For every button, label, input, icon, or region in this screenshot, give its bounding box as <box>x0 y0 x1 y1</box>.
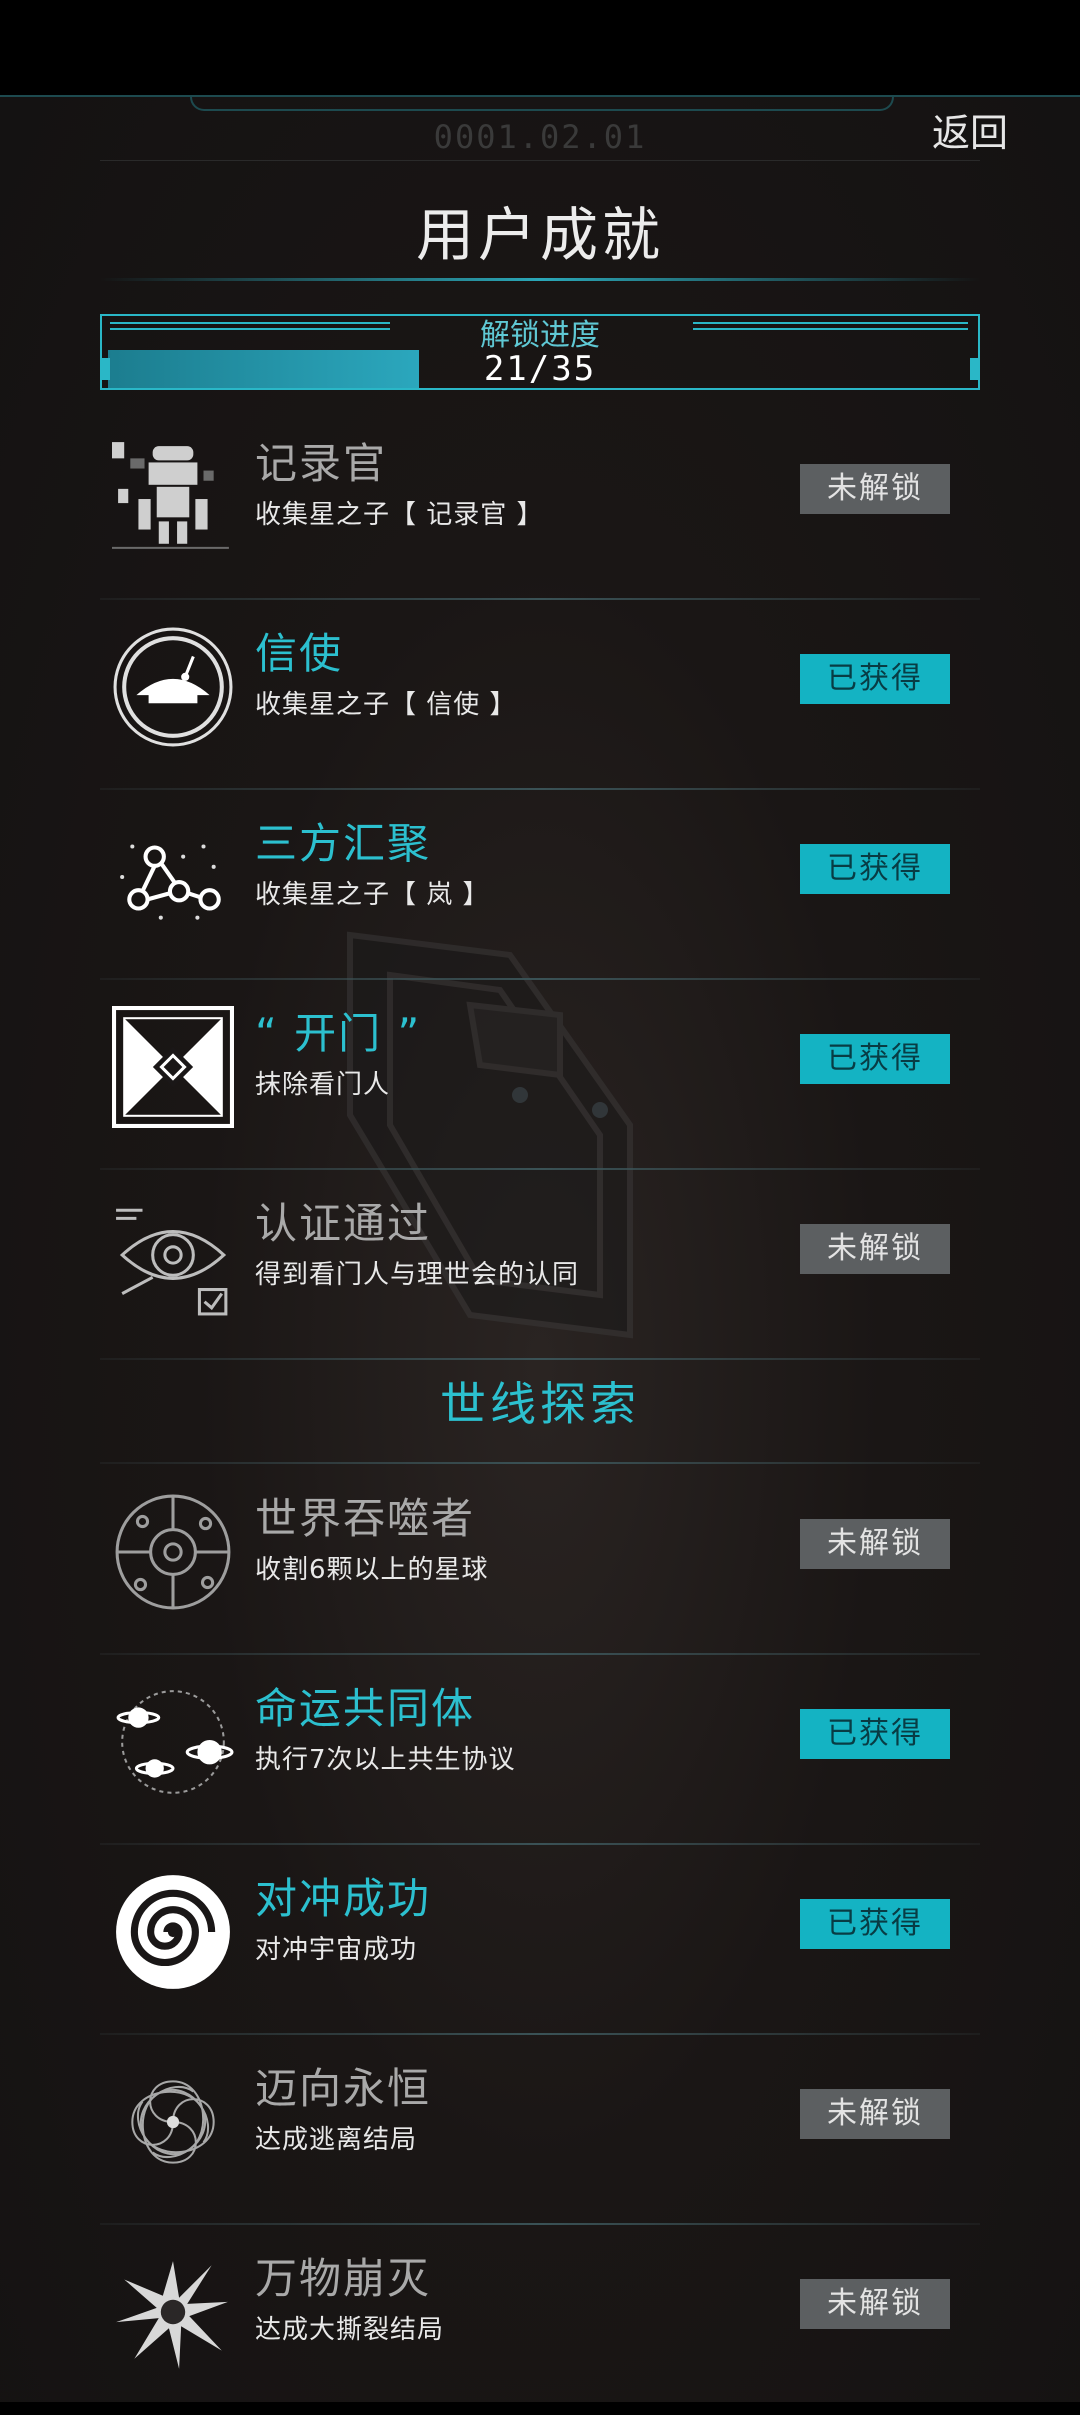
achievement-name: 信使 <box>255 629 344 678</box>
achievement-row: 世界吞噬者 收割6颗以上的星球 未解锁 <box>100 1465 980 1655</box>
vortex-icon <box>131 2080 215 2164</box>
achievement-desc: 达成大撕裂结局 <box>255 2315 445 2345</box>
back-button[interactable]: 返回 <box>925 110 1015 156</box>
status-locked-button[interactable]: 未解锁 <box>800 1519 950 1569</box>
achievement-row: 万物崩灭 达成大撕裂结局 未解锁 <box>100 2225 980 2415</box>
achievement-desc: 对冲宇宙成功 <box>255 1935 418 1965</box>
planet-network-icon <box>115 1494 231 1610</box>
progress-text: 21/35 <box>483 349 597 389</box>
achievement-name: 认证通过 <box>255 1199 432 1248</box>
achievement-desc: 收集星之子【 信使 】 <box>255 690 517 720</box>
row-divider <box>100 1358 980 1360</box>
achievement-desc: 收割6颗以上的星球 <box>255 1555 489 1585</box>
robot-icon <box>112 442 229 549</box>
status-obtained-button[interactable]: 已获得 <box>800 844 950 894</box>
status-locked-button[interactable]: 未解锁 <box>800 464 950 514</box>
section-title: 世线探索 <box>440 1377 640 1431</box>
achievement-row: 记录官 收集星之子【 记录官 】 未解锁 <box>100 410 980 600</box>
progress-cap-left <box>100 358 110 380</box>
achievement-desc: 收集星之子【 岚 】 <box>255 880 490 910</box>
status-locked-button[interactable]: 未解锁 <box>800 2279 950 2329</box>
achievement-row: 迈向永恒 达成逃离结局 未解锁 <box>100 2035 980 2225</box>
achievement-desc: 收集星之子【 记录官 】 <box>255 500 544 530</box>
achievement-name: 记录官 <box>255 439 388 488</box>
status-locked-button[interactable]: 未解锁 <box>800 1224 950 1274</box>
header-divider <box>100 160 980 161</box>
page-title: 用户成就 <box>415 201 664 269</box>
achievement-desc: 抹除看门人 <box>255 1070 391 1100</box>
status-obtained-button[interactable]: 已获得 <box>800 1709 950 1759</box>
achievement-desc: 达成逃离结局 <box>255 2125 418 2155</box>
achievement-row: 认证通过 得到看门人与理世会的认同 未解锁 <box>100 1170 980 1360</box>
achievement-name: 命运共同体 <box>255 1684 476 1733</box>
spiral-icon <box>116 1875 230 1989</box>
unlock-progress: 解锁进度 21/35 <box>100 314 980 390</box>
achievement-name: 万物崩灭 <box>255 2254 432 2303</box>
status-bar-area <box>0 0 1080 95</box>
section-divider <box>100 1462 980 1464</box>
achievement-name: “ 开门 ” <box>255 1009 422 1058</box>
achievement-name: 世界吞噬者 <box>255 1494 476 1543</box>
burst-icon <box>116 2261 228 2369</box>
achievement-row: 信使 收集星之子【 信使 】 已获得 <box>100 600 980 790</box>
progress-track: 21/35 <box>104 350 976 388</box>
status-locked-button[interactable]: 未解锁 <box>800 2089 950 2139</box>
progress-label: 解锁进度 <box>480 318 600 353</box>
achievement-desc: 得到看门人与理世会的认同 <box>255 1260 580 1290</box>
panel-notch <box>190 95 894 111</box>
achievement-row: 对冲成功 对冲宇宙成功 已获得 <box>100 1845 980 2035</box>
ship-emblem-icon <box>113 627 233 747</box>
achievement-name: 迈向永恒 <box>255 2064 432 2113</box>
achievement-desc: 执行7次以上共生协议 <box>255 1745 516 1775</box>
eye-scan-icon <box>116 1208 228 1316</box>
game-date: 0001.02.01 <box>433 118 647 156</box>
status-obtained-button[interactable]: 已获得 <box>800 1034 950 1084</box>
achievement-row: 命运共同体 执行7次以上共生协议 已获得 <box>100 1655 980 1845</box>
progress-deco-right <box>693 322 968 330</box>
title-divider <box>100 278 980 281</box>
progress-cap-right <box>970 358 980 380</box>
achievement-name: 对冲成功 <box>255 1874 432 1923</box>
constellation-icon <box>120 844 221 920</box>
status-obtained-button[interactable]: 已获得 <box>800 654 950 704</box>
status-obtained-button[interactable]: 已获得 <box>800 1899 950 1949</box>
achievement-row: 三方汇聚 收集星之子【 岚 】 已获得 <box>100 790 980 980</box>
achievement-name: 三方汇聚 <box>255 819 432 868</box>
orbit-planets-icon <box>116 1690 234 1794</box>
achievement-row: “ 开门 ” 抹除看门人 已获得 <box>100 980 980 1170</box>
gate-icon <box>112 1006 234 1128</box>
progress-deco-left <box>110 322 390 330</box>
